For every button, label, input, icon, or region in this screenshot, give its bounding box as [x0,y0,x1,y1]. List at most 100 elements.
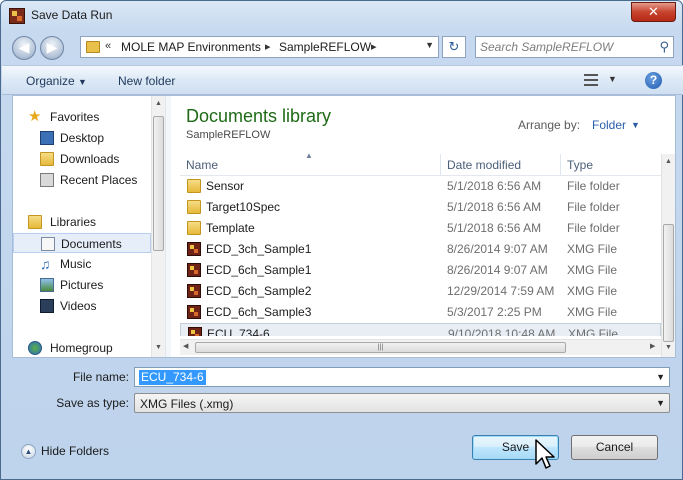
save-dialog-window: Save Data Run ✕ ◀ ▶ « MOLE MAP Environme… [0,0,683,480]
scroll-right-icon[interactable]: ▶ [650,342,655,350]
help-button[interactable]: ? [645,72,662,89]
music-icon: ♫ [40,256,51,272]
chevron-down-icon[interactable]: ▼ [631,120,640,130]
column-date-modified[interactable]: Date modified [447,158,521,172]
arrange-by-dropdown[interactable]: Folder [592,118,626,132]
xmg-file-icon [187,242,201,256]
desktop-icon [40,131,54,145]
back-arrow-icon: ◀ [18,39,30,55]
scroll-up-icon[interactable]: ▲ [665,158,672,165]
scroll-thumb[interactable] [153,116,164,251]
nav-label: Pictures [60,278,104,292]
nav-scrollbar[interactable]: ▲ ▼ [151,96,165,357]
folder-icon [187,221,201,235]
back-button[interactable]: ◀ [12,36,36,60]
cancel-button[interactable]: Cancel [571,435,658,460]
file-name: ECD_6ch_Sample1 [206,263,312,277]
file-type: File folder [567,179,620,193]
address-bar[interactable]: « MOLE MAP Environments ▸ SampleREFLOW ▸… [80,36,439,58]
file-list-hscrollbar[interactable]: ◀ ||| ▶ [180,339,661,355]
breadcrumb-item[interactable]: SampleREFLOW [279,40,371,54]
scroll-thumb[interactable] [663,224,674,342]
search-icon[interactable]: ⚲ [659,39,669,55]
file-name: Target10Spec [206,200,281,214]
nav-videos[interactable]: Videos [13,296,151,316]
nav-label: Recent Places [60,173,138,187]
search-box[interactable]: ⚲ [475,36,674,58]
nav-label: Music [60,257,92,271]
nav-pictures[interactable]: Pictures [13,275,151,295]
new-folder-button[interactable]: New folder [118,74,175,88]
nav-label: Favorites [50,110,100,124]
search-input[interactable] [480,39,650,55]
forward-button[interactable]: ▶ [40,36,64,60]
scroll-thumb[interactable]: ||| [195,342,566,353]
save-as-type-select[interactable]: XMG Files (.xmg) ▼ [134,393,670,413]
file-list-vscrollbar[interactable]: ▲ ▼ [661,154,675,357]
close-button[interactable]: ✕ [631,2,676,22]
file-row[interactable]: ECU_734-6 9/10/2018 10:48 AM XMG File [180,323,661,336]
file-name-input[interactable]: ECU_734-6 [139,370,206,385]
views-dropdown-icon[interactable]: ▼ [608,74,617,84]
folder-icon [187,200,201,214]
library-title: Documents library [186,106,332,126]
breadcrumb-separator[interactable]: ▸ [265,40,271,53]
hide-folders-button[interactable]: Hide Folders [41,444,109,458]
nav-downloads[interactable]: Downloads [13,149,151,169]
refresh-icon: ↻ [448,39,460,54]
nav-recent-places[interactable]: Recent Places [13,170,151,190]
file-date: 8/26/2014 9:07 AM [447,263,548,277]
scroll-down-icon[interactable]: ▼ [665,344,672,351]
app-icon [9,8,25,24]
breadcrumb-separator[interactable]: ▸ [371,40,377,53]
scroll-left-icon[interactable]: ◀ [183,342,188,350]
file-row[interactable]: Target10Spec 5/1/2018 6:56 AM File folder [180,197,661,218]
nav-homegroup[interactable]: Homegroup [13,338,151,358]
address-dropdown-icon[interactable]: ▼ [425,40,434,50]
column-type[interactable]: Type [567,158,593,172]
star-icon: ★ [28,108,42,125]
file-row[interactable]: ECD_6ch_Sample2 12/29/2014 7:59 AM XMG Fil… [180,281,661,302]
column-name[interactable]: Name [186,158,218,172]
nav-desktop[interactable]: Desktop [13,128,151,148]
file-date: 12/29/2014 7:59 AM [447,284,555,298]
refresh-button[interactable]: ↻ [442,36,466,58]
views-icon[interactable] [584,74,598,86]
nav-label: Documents [61,237,122,251]
nav-label: Desktop [60,131,105,145]
documents-icon [41,237,55,251]
title-bar[interactable]: Save Data Run ✕ [1,1,682,31]
file-row[interactable]: ECD_6ch_Sample3 5/3/2017 2:25 PM XMG File [180,302,661,323]
breadcrumb-overflow[interactable]: « [105,40,111,52]
file-row[interactable]: Template 5/1/2018 6:56 AM File folder [180,218,661,239]
organize-menu[interactable]: Organize ▼ [26,74,87,88]
nav-documents[interactable]: Documents [13,233,151,253]
scroll-down-icon[interactable]: ▼ [155,344,162,351]
file-row[interactable]: ECD_6ch_Sample1 8/26/2014 9:07 AM XMG File [180,260,661,281]
file-type: File folder [567,200,620,214]
file-name: Sensor [206,179,245,193]
chevron-down-icon[interactable]: ▼ [656,372,665,382]
hide-folders-icon[interactable]: ▲ [21,444,36,459]
chevron-down-icon[interactable]: ▼ [656,398,665,408]
file-type: XMG File [567,242,618,256]
file-row[interactable]: Sensor 5/1/2018 6:56 AM File folder [180,176,661,197]
nav-music[interactable]: ♫ Music [13,254,151,274]
nav-libraries[interactable]: Libraries [13,212,151,232]
scroll-up-icon[interactable]: ▲ [155,100,162,107]
nav-favorites[interactable]: ★ Favorites [13,107,151,127]
chevron-down-icon: ▼ [78,77,87,87]
file-row[interactable]: ECD_3ch_Sample1 8/26/2014 9:07 AM XMG File [180,239,661,260]
file-type: File folder [567,221,620,235]
folder-icon [86,41,100,53]
forward-arrow-icon: ▶ [46,39,58,55]
save-as-type-value: XMG Files (.xmg) [140,397,234,411]
column-header: ▲ Name Date modified Type [180,151,661,176]
pictures-icon [40,278,54,292]
file-name-field[interactable]: ECU_734-6 ▼ [134,367,670,387]
file-name: ECD_6ch_Sample2 [206,284,312,298]
breadcrumb-item[interactable]: MOLE MAP Environments [121,40,261,54]
arrange-by-label: Arrange by: [518,118,581,132]
file-name: ECD_3ch_Sample1 [206,242,312,256]
folder-icon [187,179,201,193]
